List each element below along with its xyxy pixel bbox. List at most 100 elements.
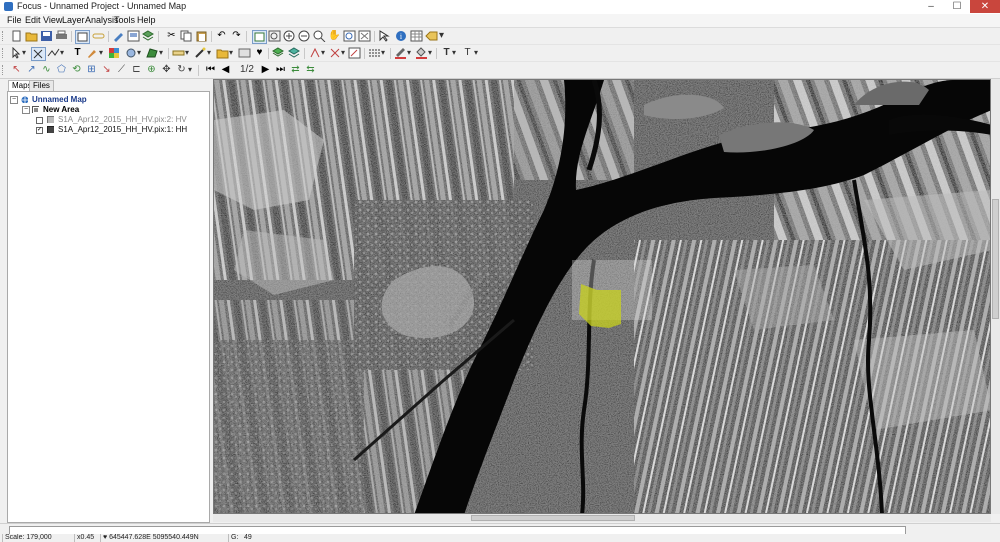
frame-tool-icon[interactable] — [348, 47, 361, 59]
chevron-down-icon[interactable]: ▾ — [60, 47, 64, 59]
stack-teal-icon[interactable] — [288, 47, 301, 59]
cut-line-icon[interactable]: ⟋ — [115, 64, 128, 76]
reshape-icon[interactable]: ⟲ — [70, 64, 83, 76]
chevron-down-icon[interactable]: ▾ — [407, 47, 411, 59]
undo-icon[interactable]: ↶ — [215, 30, 228, 42]
info-icon[interactable]: i — [395, 30, 408, 42]
ruler-icon[interactable] — [172, 47, 185, 59]
draw-polygon-icon[interactable]: ⬠ — [55, 64, 68, 76]
vertical-scroll-thumb[interactable] — [992, 199, 999, 319]
menu-layer[interactable]: Layer — [62, 15, 85, 25]
zoom-window-icon[interactable] — [343, 30, 356, 42]
save-icon[interactable] — [40, 30, 53, 42]
chevron-down-icon[interactable]: ▾ — [159, 47, 163, 59]
chevron-down-icon[interactable]: ▾ — [188, 64, 192, 76]
sync-view-icon[interactable]: ⇄ — [289, 64, 302, 76]
toolbar-grip[interactable] — [2, 65, 6, 75]
menu-help[interactable]: Help — [137, 15, 156, 25]
tab-files[interactable]: Files — [29, 80, 54, 91]
layout-icon[interactable] — [127, 30, 140, 42]
chevron-down-icon[interactable]: ▾ — [452, 47, 456, 59]
next-frame-icon[interactable]: ▶ — [259, 64, 272, 76]
pointer-mode-icon[interactable] — [252, 30, 267, 44]
chevron-down-icon[interactable]: ▾ — [207, 47, 211, 59]
fill-color-icon[interactable] — [415, 47, 428, 59]
prev-frame-icon[interactable]: ◀ — [219, 64, 232, 76]
label-tool-icon[interactable] — [425, 30, 438, 42]
stack-green-icon[interactable] — [272, 47, 285, 59]
collapse-icon[interactable]: − — [10, 96, 18, 104]
chevron-down-icon[interactable]: ▾ — [474, 47, 478, 59]
menu-tools[interactable]: Tools — [114, 15, 135, 25]
horizontal-scrollbar[interactable] — [213, 514, 991, 522]
chevron-down-icon[interactable]: ▾ — [439, 30, 444, 42]
collapse-icon[interactable]: − — [22, 106, 30, 114]
chevron-down-icon[interactable]: ▾ — [381, 47, 385, 59]
menu-edit[interactable]: Edit — [25, 15, 41, 25]
zoom-box-icon[interactable] — [313, 30, 326, 42]
edit-node-icon[interactable]: ↖ — [10, 64, 23, 76]
menu-view[interactable]: View — [43, 15, 62, 25]
map-canvas[interactable]: www.informat... — [213, 79, 991, 514]
open-folder-icon[interactable] — [25, 30, 38, 42]
zoom-full-icon[interactable] — [358, 30, 371, 42]
chevron-down-icon[interactable]: ▾ — [22, 47, 26, 59]
copy-icon[interactable] — [180, 30, 193, 42]
chevron-down-icon[interactable]: ▾ — [185, 47, 189, 59]
edit-pencil-icon[interactable] — [112, 30, 125, 42]
palette-icon[interactable] — [108, 47, 121, 59]
horizontal-scroll-thumb[interactable] — [471, 515, 635, 521]
chevron-down-icon[interactable]: ▾ — [137, 47, 141, 59]
toolbar-grip[interactable] — [2, 31, 6, 41]
rotate-icon[interactable]: ↻ — [175, 64, 188, 76]
zoom-in-icon[interactable] — [283, 30, 296, 42]
chevron-down-icon[interactable]: ▾ — [428, 47, 432, 59]
line-style-icon[interactable] — [368, 47, 381, 59]
link-icon[interactable] — [92, 30, 105, 42]
magic-wand-icon[interactable] — [194, 47, 207, 59]
draw-line-icon[interactable]: ↗ — [25, 64, 38, 76]
polyline-icon[interactable] — [47, 47, 60, 59]
new-file-icon[interactable] — [10, 30, 23, 42]
brush-icon[interactable] — [86, 47, 99, 59]
draw-curve-icon[interactable]: ∿ — [40, 64, 53, 76]
chevron-down-icon[interactable]: ▾ — [321, 47, 325, 59]
layer-checkbox[interactable]: ✓ — [36, 127, 43, 134]
zoom-extent-icon[interactable] — [268, 30, 281, 42]
snap-icon[interactable]: ⊕ — [145, 64, 158, 76]
move-icon[interactable]: ✥ — [160, 64, 173, 76]
toolbar-grip[interactable] — [2, 48, 6, 58]
chevron-down-icon[interactable]: ▾ — [341, 47, 345, 59]
print-icon[interactable] — [55, 30, 68, 42]
trim-icon[interactable]: ↘ — [100, 64, 113, 76]
vertical-scrollbar[interactable] — [991, 79, 1000, 514]
paste-icon[interactable] — [195, 30, 208, 42]
first-frame-icon[interactable]: ⏮ — [204, 64, 217, 76]
layer-checkbox[interactable] — [36, 117, 43, 124]
annotation-icon[interactable] — [238, 47, 251, 59]
font-size-icon[interactable]: T — [461, 47, 474, 59]
polygon-fill-icon[interactable] — [146, 47, 159, 59]
chevron-down-icon[interactable]: ▾ — [99, 47, 103, 59]
line-color-icon[interactable] — [394, 47, 407, 59]
merge-icon[interactable]: ⊞ — [85, 64, 98, 76]
layers-icon[interactable] — [142, 30, 155, 42]
select-tool-icon[interactable] — [378, 30, 391, 42]
cut-icon[interactable]: ✂ — [165, 30, 178, 42]
minimize-button[interactable]: – — [918, 0, 944, 13]
join-icon[interactable]: ⊏ — [130, 64, 143, 76]
close-button[interactable]: ✕ — [970, 0, 1000, 13]
chevron-down-icon[interactable]: ▾ — [229, 47, 233, 59]
link-view-icon[interactable]: ⇆ — [304, 64, 317, 76]
map-window-icon[interactable] — [75, 30, 90, 44]
vertex-edit-icon[interactable] — [31, 47, 46, 61]
folder-tool-icon[interactable] — [216, 47, 229, 59]
table-icon[interactable] — [410, 30, 423, 42]
pan-hand-icon[interactable]: ✋ — [328, 30, 341, 42]
menu-file[interactable]: File — [7, 15, 22, 25]
zoom-out-icon[interactable] — [298, 30, 311, 42]
heart-icon[interactable]: ♥ — [253, 47, 266, 59]
text-tool-icon[interactable]: T — [71, 47, 84, 59]
last-frame-icon[interactable]: ⏭ — [274, 64, 287, 76]
redo-icon[interactable]: ↷ — [230, 30, 243, 42]
